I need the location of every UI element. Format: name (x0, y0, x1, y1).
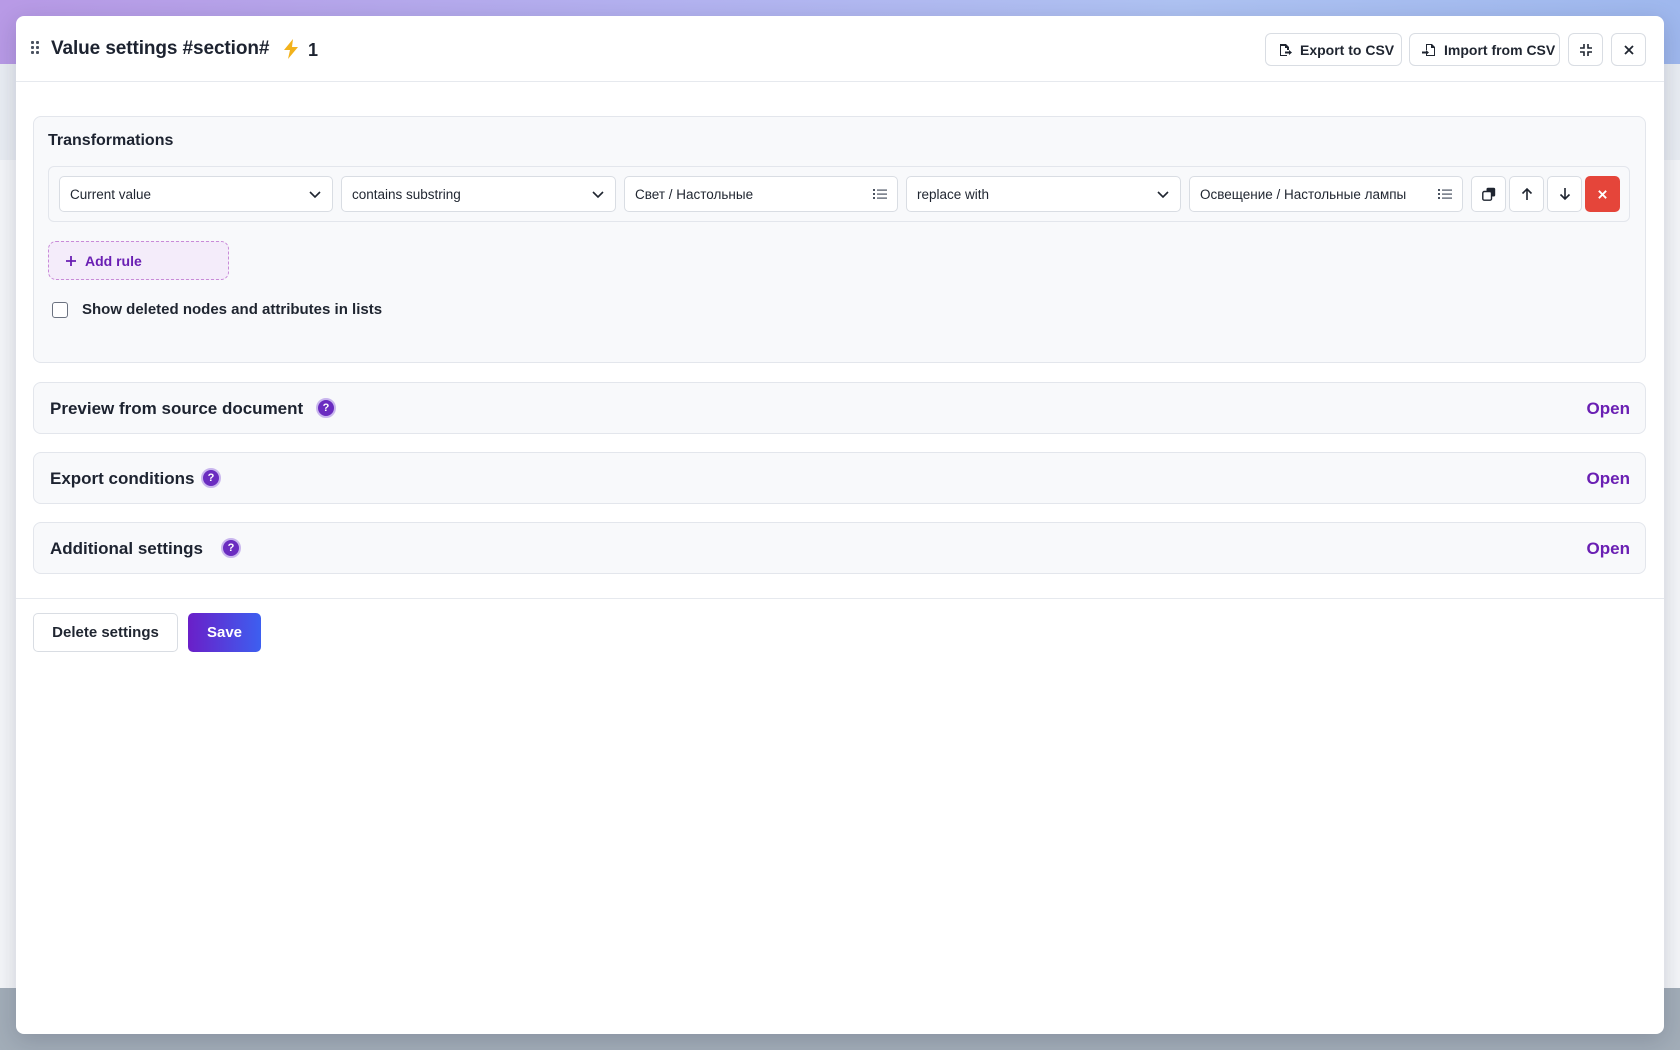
drag-handle-icon[interactable] (31, 41, 41, 55)
source-select-value: Current value (70, 186, 152, 202)
plus-icon (66, 255, 76, 266)
operator-select[interactable]: contains substring (341, 176, 616, 212)
file-import-icon (1422, 43, 1435, 56)
close-icon (1598, 189, 1607, 199)
add-rule-label: Add rule (85, 252, 142, 269)
copy-icon (1481, 187, 1495, 201)
action-select[interactable]: replace with (906, 176, 1181, 212)
additional-settings-section[interactable]: Additional settings ? Open (33, 522, 1646, 574)
close-icon (1623, 44, 1634, 55)
bolt-icon (284, 39, 298, 59)
rule-row: Current value contains substring replace… (48, 166, 1630, 222)
import-csv-button[interactable]: Import from CSV (1409, 33, 1560, 66)
action-select-value: replace with (917, 186, 990, 202)
move-down-button[interactable] (1547, 176, 1582, 212)
delete-settings-button[interactable]: Delete settings (33, 613, 178, 652)
additional-settings-title: Additional settings (50, 539, 203, 558)
search-value-input[interactable] (635, 186, 873, 202)
bolt-count: 1 (308, 40, 319, 60)
source-select[interactable]: Current value (59, 176, 333, 212)
list-icon[interactable] (1438, 187, 1452, 201)
add-rule-button[interactable]: Add rule (48, 241, 229, 280)
additional-settings-open-link[interactable]: Open (1587, 539, 1630, 559)
preview-section[interactable]: Preview from source document ? Open (33, 382, 1646, 434)
modal-header: Value settings #section# 1 Export to CSV… (16, 16, 1664, 82)
import-csv-label: Import from CSV (1444, 41, 1556, 58)
chevron-down-icon (1157, 191, 1169, 199)
show-deleted-option[interactable]: Show deleted nodes and attributes in lis… (52, 301, 382, 318)
transformations-title: Transformations (48, 132, 174, 149)
move-up-button[interactable] (1509, 176, 1544, 212)
show-deleted-checkbox[interactable] (52, 301, 68, 318)
chevron-down-icon (592, 191, 604, 199)
operator-select-value: contains substring (352, 186, 461, 202)
export-csv-button[interactable]: Export to CSV (1265, 33, 1402, 66)
footer-divider (16, 598, 1664, 599)
help-icon[interactable]: ? (316, 398, 336, 418)
save-button[interactable]: Save (188, 613, 261, 652)
replace-value-input[interactable] (1200, 186, 1438, 202)
search-value-field[interactable] (624, 176, 898, 212)
replace-value-field[interactable] (1189, 176, 1463, 212)
preview-title: Preview from source document (50, 399, 304, 418)
value-settings-modal: Value settings #section# 1 Export to CSV… (16, 16, 1664, 1034)
export-conditions-title: Export conditions (50, 469, 195, 488)
export-conditions-section[interactable]: Export conditions ? Open (33, 452, 1646, 504)
file-export-icon (1280, 43, 1292, 56)
close-button[interactable] (1611, 33, 1646, 66)
help-icon[interactable]: ? (201, 468, 221, 488)
export-conditions-open-link[interactable]: Open (1587, 469, 1630, 489)
collapse-button[interactable] (1568, 33, 1603, 66)
delete-rule-button[interactable] (1585, 176, 1620, 212)
help-icon[interactable]: ? (221, 538, 241, 558)
show-deleted-label: Show deleted nodes and attributes in lis… (82, 301, 383, 318)
collapse-icon (1579, 43, 1592, 56)
arrow-down-icon (1559, 188, 1570, 201)
transformations-section: Transformations Current value contains s… (33, 116, 1646, 363)
export-csv-label: Export to CSV (1300, 41, 1395, 58)
duplicate-rule-button[interactable] (1471, 176, 1506, 212)
list-icon[interactable] (873, 187, 887, 201)
modal-title: Value settings #section# (51, 38, 270, 59)
preview-open-link[interactable]: Open (1587, 399, 1630, 419)
arrow-up-icon (1521, 187, 1532, 200)
chevron-down-icon (309, 191, 321, 199)
